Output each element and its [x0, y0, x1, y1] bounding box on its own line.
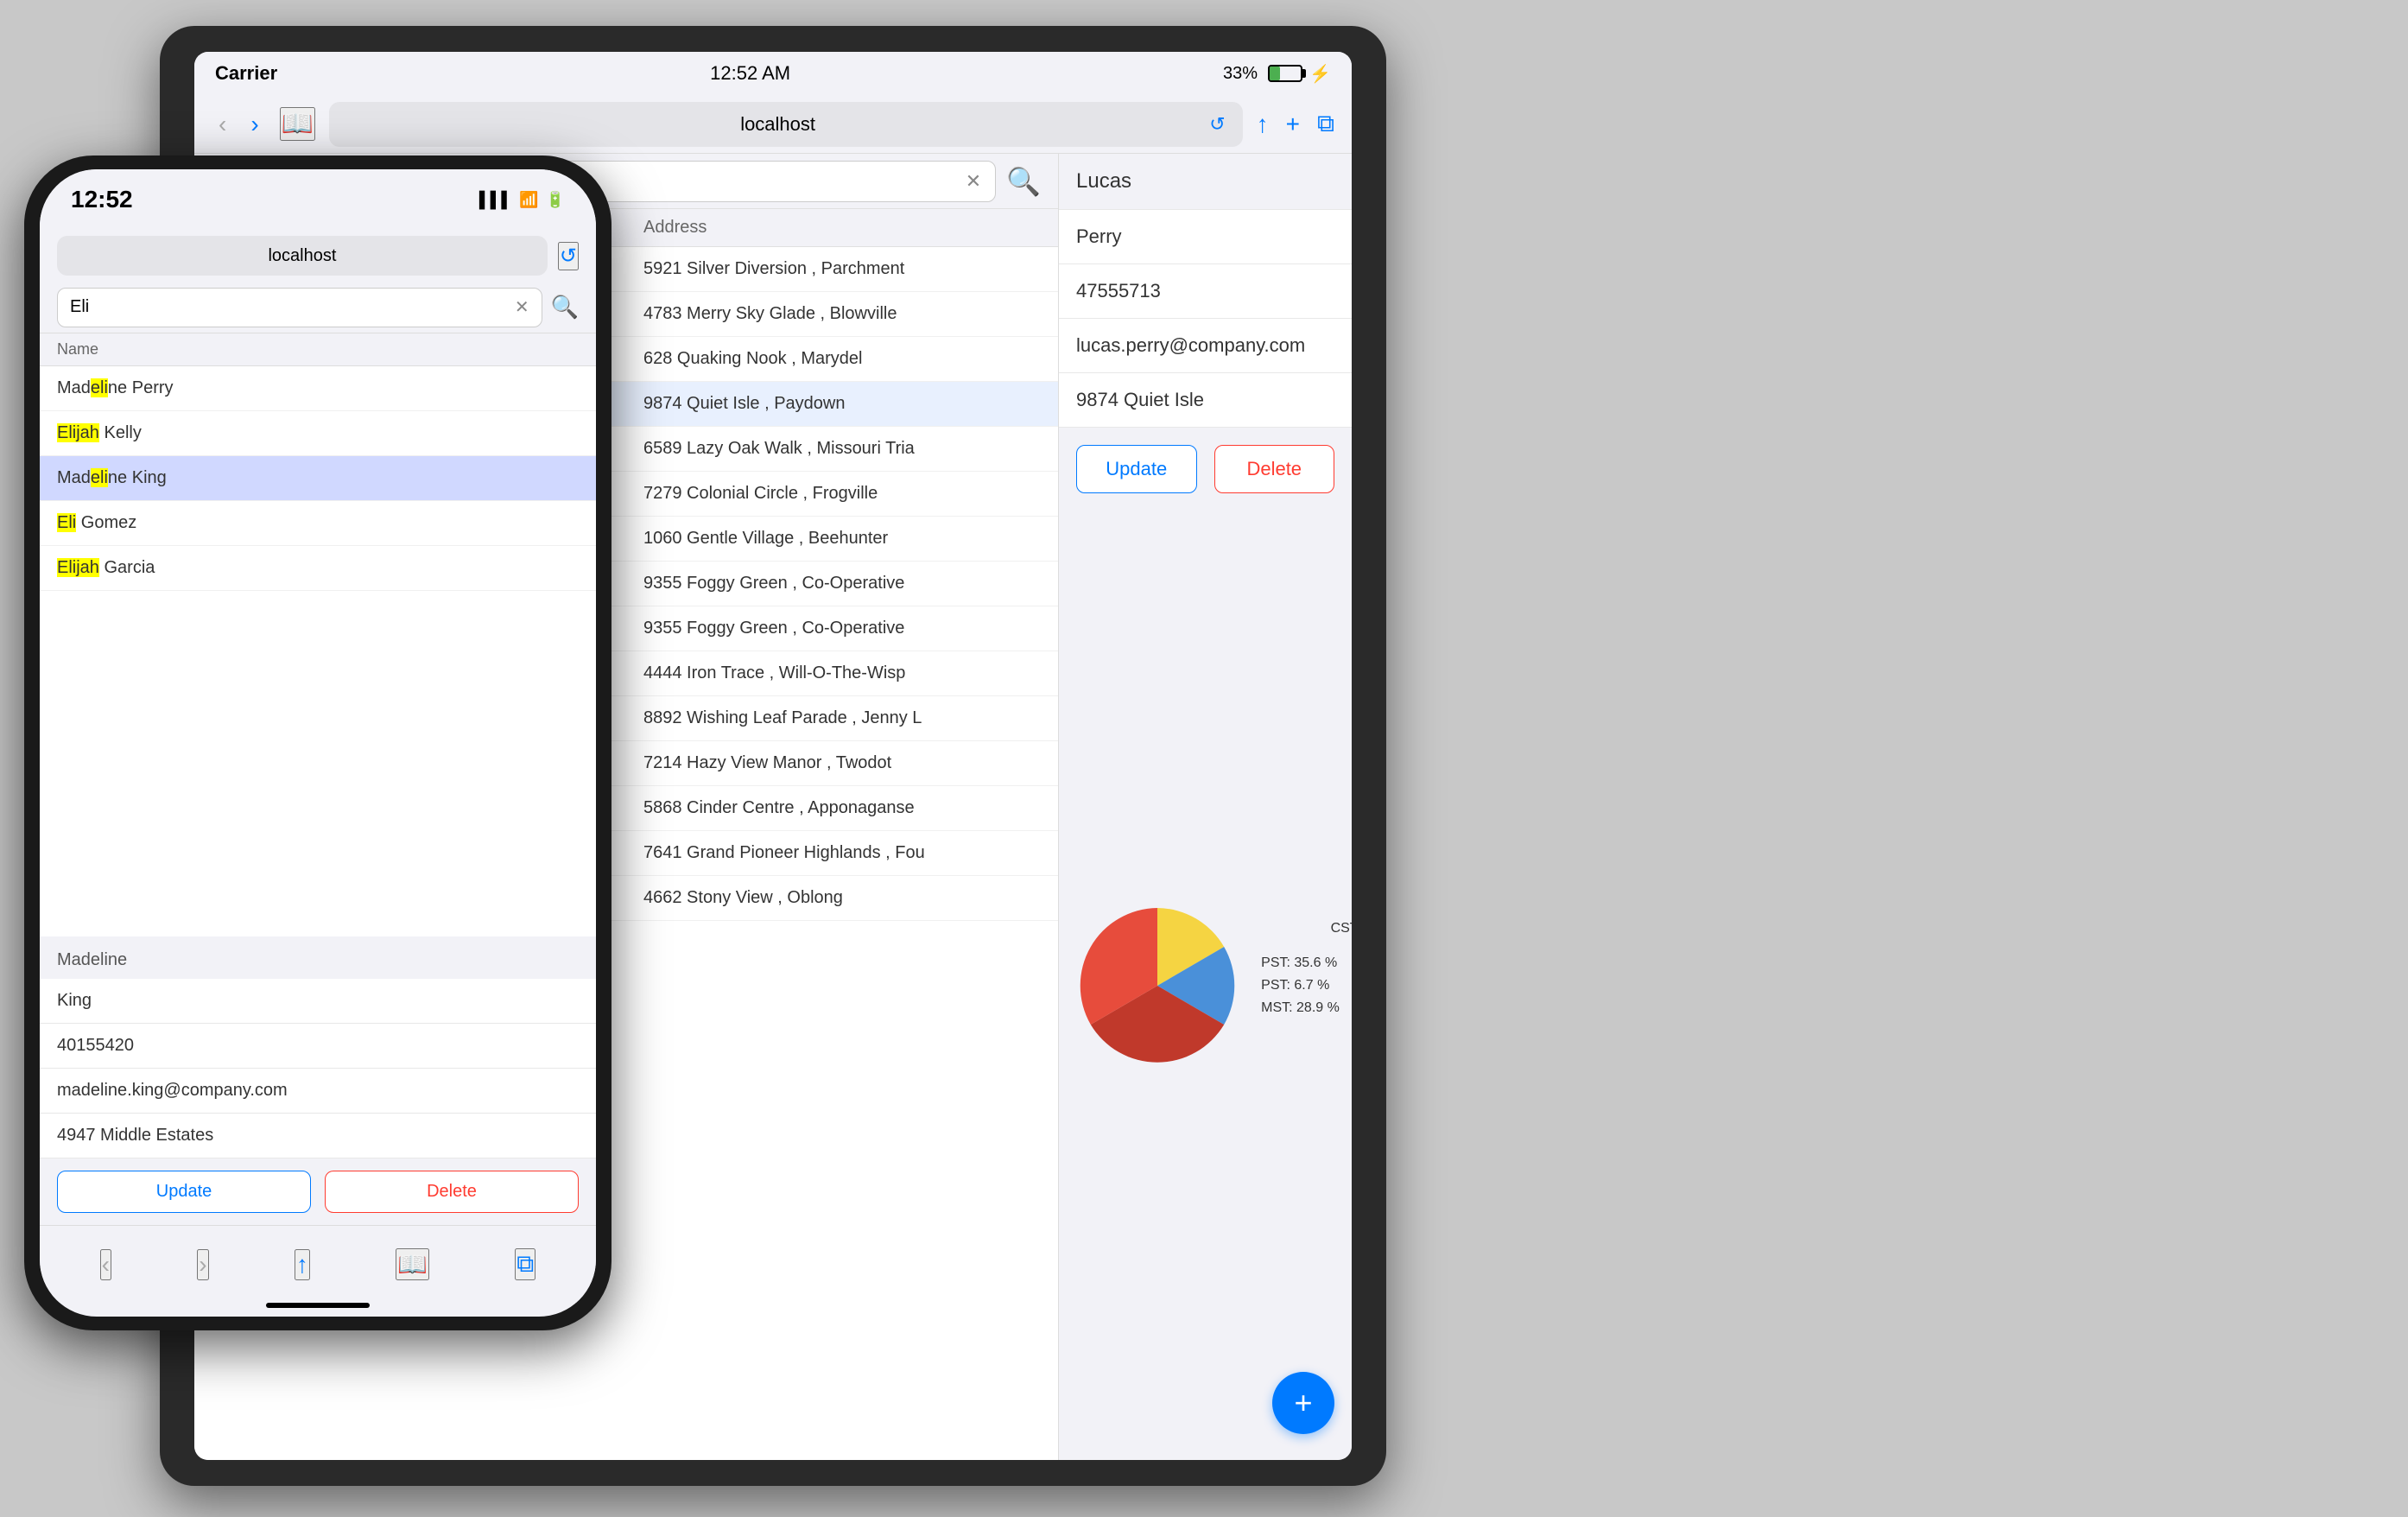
phone-refresh-button[interactable]: ↺	[558, 242, 579, 270]
phone-detail-phone: 40155420	[40, 1024, 596, 1069]
tablet-cell-address: 9355 Foggy Green , Co-Operative	[643, 619, 1041, 638]
phone-detail-lastname: King	[40, 979, 596, 1024]
phone-search-value: Eli	[70, 297, 515, 317]
tablet-search-icon[interactable]: 🔍	[1006, 165, 1041, 198]
tablet-charging-icon: ⚡	[1309, 63, 1331, 85]
tablet-toolbar: ‹ › 📖 localhost ↺ ↑ + ⧉	[194, 95, 1352, 154]
tablet-status-right: 33% ⚡	[1223, 63, 1331, 85]
tablet-address-bar[interactable]: localhost ↺	[329, 102, 1243, 147]
tablet-cell-address: 7214 Hazy View Manor , Twodot	[643, 753, 1041, 773]
phone-signal-icon: ▌▌▌	[479, 191, 512, 209]
phone-list-item[interactable]: Eli Gomez	[40, 501, 596, 546]
tablet-pie-chart	[1071, 899, 1244, 1072]
phone-detail-address: 4947 Middle Estates	[40, 1114, 596, 1158]
phone-detail-section-header: Madeline	[40, 942, 596, 979]
tablet-search-clear[interactable]: ✕	[966, 170, 981, 193]
phone-battery-icon: 🔋	[546, 191, 565, 209]
phone-screen: 12:52 ▌▌▌ 📶 🔋 localhost ↺ Eli ✕ 🔍 Name	[40, 169, 596, 1317]
tablet-forward-button[interactable]: ›	[244, 107, 265, 142]
tablet-carrier: Carrier	[215, 62, 277, 85]
tablet-chart-label-cst: CST: 28.9	[1331, 921, 1352, 936]
tablet-cell-address: 4662 Stony View , Oblong	[643, 888, 1041, 908]
phone-search-clear[interactable]: ✕	[515, 296, 529, 318]
phone-wifi-icon: 📶	[519, 191, 538, 209]
phone-share-button[interactable]: ↑	[295, 1249, 310, 1280]
tablet-toolbar-right: ↑ + ⧉	[1257, 110, 1334, 138]
tablet-address-text: localhost	[346, 113, 1209, 136]
phone-tabs-button[interactable]: ⧉	[515, 1248, 535, 1280]
phone-col-name: Name	[57, 340, 98, 358]
phone-search-wrap[interactable]: Eli ✕	[57, 288, 542, 327]
phone-url-text: localhost	[71, 246, 534, 266]
phone-list-item[interactable]: Madeline King	[40, 456, 596, 501]
tablet-detail-email: lucas.perry@company.com	[1059, 319, 1352, 373]
phone-url-box[interactable]: localhost	[57, 236, 548, 276]
tablet-delete-button[interactable]: Delete	[1214, 445, 1335, 493]
tablet-cell-address: 628 Quaking Nook , Marydel	[643, 349, 1041, 369]
phone-search-bar: Eli ✕ 🔍	[40, 282, 596, 333]
tablet-cell-address: 5921 Silver Diversion , Parchment	[643, 259, 1041, 279]
phone-device: 12:52 ▌▌▌ 📶 🔋 localhost ↺ Eli ✕ 🔍 Name	[24, 156, 612, 1330]
phone-address-bar: localhost ↺	[40, 230, 596, 282]
tablet-col-address: Address	[643, 218, 1041, 238]
tablet-back-button[interactable]: ‹	[212, 107, 233, 142]
phone-status-bar: 12:52 ▌▌▌ 📶 🔋	[40, 169, 596, 230]
tablet-share-button[interactable]: ↑	[1257, 111, 1269, 138]
phone-table-header: Name	[40, 333, 596, 366]
tablet-cell-address: 7641 Grand Pioneer Highlands , Fou	[643, 843, 1041, 863]
tablet-refresh-button[interactable]: ↺	[1209, 113, 1225, 136]
tablet-chart-area: CST: 28.9 PST: 35.6 % PST: 6.7 % MST: 28…	[1059, 511, 1352, 1460]
tablet-tabs-button[interactable]: ⧉	[1317, 110, 1334, 138]
tablet-update-button[interactable]: Update	[1076, 445, 1197, 493]
tablet-status-bar: Carrier 12:52 AM 33% ⚡	[194, 52, 1352, 95]
phone-back-button[interactable]: ‹	[100, 1249, 111, 1280]
tablet-battery-pct: 33%	[1223, 64, 1258, 84]
phone-time: 12:52	[71, 186, 133, 213]
phone-update-button[interactable]: Update	[57, 1171, 311, 1213]
tablet-cell-address: 5868 Cinder Centre , Apponaganse	[643, 798, 1041, 818]
tablet-cell-address: 1060 Gentle Village , Beehunter	[643, 529, 1041, 549]
tablet-chart-label-pst1: PST: 35.6 %	[1261, 955, 1340, 971]
tablet-detail-address: 9874 Quiet Isle	[1059, 373, 1352, 428]
phone-bookmarks-button[interactable]: 📖	[396, 1248, 429, 1280]
tablet-detail-firstname: Lucas	[1059, 154, 1352, 210]
phone-detail-actions: Update Delete	[40, 1158, 596, 1225]
tablet-time: 12:52 AM	[710, 62, 790, 85]
tablet-detail-lastname: Perry	[1059, 210, 1352, 264]
tablet-detail-actions: Update Delete	[1059, 428, 1352, 511]
phone-detail-email: madeline.king@company.com	[40, 1069, 596, 1114]
tablet-detail-panel: Lucas Perry 47555713 lucas.perry@company…	[1058, 154, 1352, 1460]
tablet-cell-address: 6589 Lazy Oak Walk , Missouri Tria	[643, 439, 1041, 459]
tablet-cell-address: 7279 Colonial Circle , Frogville	[643, 484, 1041, 504]
tablet-chart-legend: CST: 28.9 PST: 35.6 % PST: 6.7 % MST: 28…	[1261, 955, 1340, 1016]
phone-bottom-bar: ‹ › ↑ 📖 ⧉	[40, 1225, 596, 1303]
tablet-add-tab-button[interactable]: +	[1286, 111, 1300, 138]
tablet-chart-label-mst: MST: 28.9 %	[1261, 1000, 1340, 1016]
tablet-cell-address: 9355 Foggy Green , Co-Operative	[643, 574, 1041, 593]
phone-status-icons: ▌▌▌ 📶 🔋	[479, 191, 565, 209]
phone-list-item[interactable]: Elijah Kelly	[40, 411, 596, 456]
tablet-detail-phone: 47555713	[1059, 264, 1352, 319]
tablet-cell-address: 4783 Merry Sky Glade , Blowville	[643, 304, 1041, 324]
phone-search-icon[interactable]: 🔍	[551, 294, 579, 321]
phone-list: Madeline PerryElijah KellyMadeline KingE…	[40, 366, 596, 936]
tablet-cell-address: 8892 Wishing Leaf Parade , Jenny L	[643, 708, 1041, 728]
phone-list-item[interactable]: Madeline Perry	[40, 366, 596, 411]
phone-detail-area: Madeline King 40155420 madeline.king@com…	[40, 942, 596, 1225]
tablet-nav-buttons: ‹ ›	[212, 107, 266, 142]
tablet-bookmarks-button[interactable]: 📖	[280, 107, 315, 141]
tablet-cell-address: 4444 Iron Trace , Will-O-The-Wisp	[643, 663, 1041, 683]
phone-forward-button[interactable]: ›	[197, 1249, 208, 1280]
tablet-battery-icon	[1268, 65, 1302, 82]
tablet-cell-address: 9874 Quiet Isle , Paydown	[643, 394, 1041, 414]
tablet-chart-label-pst2: PST: 6.7 %	[1261, 978, 1340, 993]
phone-list-item[interactable]: Elijah Garcia	[40, 546, 596, 591]
phone-delete-button[interactable]: Delete	[325, 1171, 579, 1213]
phone-home-indicator	[266, 1303, 370, 1308]
